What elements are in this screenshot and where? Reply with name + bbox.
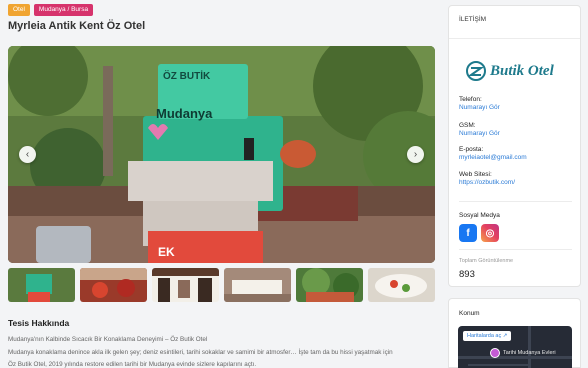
thumbnail[interactable] <box>296 268 363 302</box>
tag-location[interactable]: Mudanya / Bursa <box>33 4 94 16</box>
basin-text: EK <box>158 245 175 259</box>
sign-main-text: Mudanya <box>156 106 213 121</box>
phone-reveal-link[interactable]: Numarayı Gör <box>459 104 577 111</box>
location-map[interactable]: Haritalarda aç ↗ Tarihi Mudanya Evleri <box>458 326 572 368</box>
main-photo: ÖZ BUTİK Mudanya EK <box>8 46 435 263</box>
about-line: Mudanya konaklama denince akla ilk gelen… <box>8 348 393 356</box>
open-in-maps-button[interactable]: Haritalarda aç ↗ <box>463 331 512 341</box>
about-heading: Tesis Hakkında <box>8 318 70 328</box>
photo-gallery-main[interactable]: ÖZ BUTİK Mudanya EK ‹ › <box>8 46 435 263</box>
page-title: Myrleia Antik Kent Öz Otel <box>8 20 146 32</box>
email-link[interactable]: myrleiaotel@gmail.com <box>459 154 577 161</box>
social-label: Sosyal Medya <box>459 212 500 219</box>
sign-top-text: ÖZ BUTİK <box>163 69 211 82</box>
thumbnail[interactable] <box>8 268 75 302</box>
about-line: Öz Butik Otel, 2019 yılında restore edil… <box>8 361 257 368</box>
thumbnail[interactable] <box>224 268 291 302</box>
thumbnail[interactable] <box>80 268 147 302</box>
phone-info: Telefon: Numarayı Gör <box>459 96 577 111</box>
location-card: Konum Haritalarda aç ↗ Tarihi Mudanya Ev… <box>448 298 581 368</box>
divider <box>459 249 572 250</box>
facebook-icon[interactable]: f <box>459 224 477 242</box>
phone-label: Telefon: <box>459 96 482 103</box>
map-pin-icon[interactable] <box>490 348 500 358</box>
email-label: E-posta: <box>459 146 484 153</box>
chevron-right-icon: › <box>413 149 418 160</box>
gallery-prev-button[interactable]: ‹ <box>19 146 36 163</box>
tag-category[interactable]: Otel <box>8 4 30 16</box>
contact-card: İLETİŞİM Butik Otel Telefon: Numarayı Gö… <box>448 5 581 287</box>
chevron-left-icon: ‹ <box>25 149 30 160</box>
thumbnail[interactable] <box>152 268 219 302</box>
main-content: Otel Mudanya / Bursa Myrleia Antik Kent … <box>8 0 436 368</box>
email-info: E-posta: myrleiaotel@gmail.com <box>459 146 577 161</box>
views-label: Toplam Görüntülenme <box>459 258 514 264</box>
social-links: f ◎ <box>459 224 499 242</box>
hotel-logo: Butik Otel <box>465 58 569 84</box>
gsm-info: GSM: Numarayı Gör <box>459 122 577 137</box>
thumbnail[interactable] <box>368 268 435 302</box>
instagram-icon[interactable]: ◎ <box>481 224 499 242</box>
website-info: Web Sitesi: https://ozbutik.com/ <box>459 171 577 186</box>
about-line: Mudanya'nın Kalbinde Sıcacık Bir Konakla… <box>8 336 208 343</box>
divider <box>459 201 572 202</box>
views-count: 893 <box>459 269 475 280</box>
category-tags: Otel Mudanya / Bursa <box>8 4 94 16</box>
map-place-label: Tarihi Mudanya Evleri <box>503 350 556 356</box>
logo-text: Butik Otel <box>490 62 554 79</box>
location-heading: Konum <box>459 310 480 317</box>
contact-heading: İLETİŞİM <box>449 6 580 39</box>
about-text: Mudanya'nın Kalbinde Sıcacık Bir Konakla… <box>8 334 436 368</box>
website-label: Web Sitesi: <box>459 171 492 178</box>
gallery-next-button[interactable]: › <box>407 146 424 163</box>
thumbnail-strip <box>8 268 435 302</box>
website-link[interactable]: https://ozbutik.com/ <box>459 179 577 186</box>
logo-emblem-icon <box>466 61 486 81</box>
gsm-label: GSM: <box>459 122 476 129</box>
gsm-reveal-link[interactable]: Numarayı Gör <box>459 130 577 137</box>
